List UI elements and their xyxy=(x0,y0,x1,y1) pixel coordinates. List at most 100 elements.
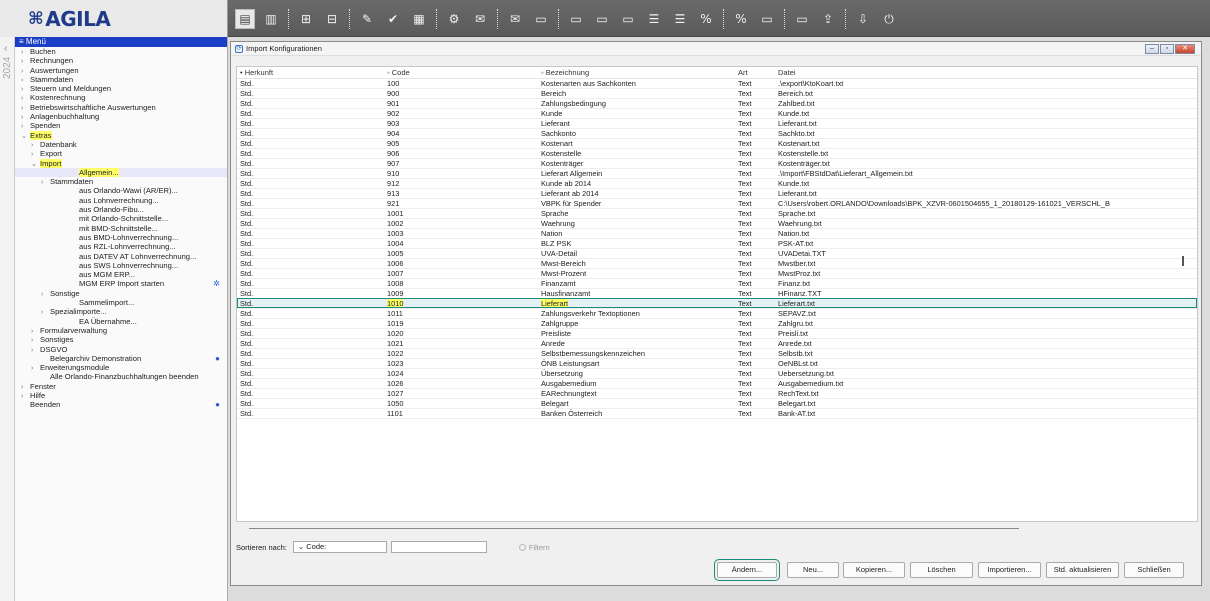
table-row[interactable]: Std. 1008 Finanzamt Text Finanz.txt xyxy=(237,278,1197,288)
filter-toggle[interactable]: Filtern xyxy=(518,543,550,552)
sidebar-item[interactable]: › Stammdaten xyxy=(15,177,227,186)
sidebar-item[interactable]: aus Orlando-Wawi (AR/ER)... xyxy=(15,186,227,195)
sidebar-item[interactable]: aus RZL-Lohnverrechnung... xyxy=(15,242,227,251)
table-row[interactable]: Std. 907 Kostenträger Text Kostenträger.txt xyxy=(237,158,1197,168)
neu-button[interactable]: Neu... xyxy=(787,562,839,578)
table-row[interactable]: Std. 1011 Zahlungsverkehr Textoptionen Text… xyxy=(237,308,1197,318)
journal2-icon[interactable]: ▥ xyxy=(261,9,281,29)
sidebar-item[interactable]: EA Übernahme... xyxy=(15,317,227,326)
sidebar-item[interactable]: › Stammdaten xyxy=(15,75,227,84)
table-row[interactable]: Std. 1010 Lieferart Text Lieferart.txt xyxy=(237,298,1197,308)
sidebar-item[interactable]: Beenden ● xyxy=(15,400,227,409)
filter-checkbox[interactable] xyxy=(518,543,526,551)
sidebar-item[interactable]: › Kostenrechnung xyxy=(15,93,227,102)
table-row[interactable]: Std. 900 Bereich Text Bereich.txt xyxy=(237,88,1197,98)
stack-icon[interactable]: ☰ xyxy=(644,9,664,29)
sidebar-item[interactable]: › Rechnungen xyxy=(15,56,227,65)
table-row[interactable]: Std. 100 Kostenarten aus Sachkonten Text .\e… xyxy=(237,78,1197,88)
table-row[interactable]: Std. 913 Lieferant ab 2014 Text Lieferant.tx… xyxy=(237,188,1197,198)
sidebar-item[interactable]: aus SWS Lohnverrechnung... xyxy=(15,261,227,270)
table-row[interactable]: Std. 1004 BLZ PSK Text PSK-AT.txt xyxy=(237,238,1197,248)
table-row[interactable]: Std. 1006 Mwst-Bereich Text Mwstber.txt xyxy=(237,258,1197,268)
sort-select[interactable]: ⌄ Code: xyxy=(292,541,387,553)
table-row[interactable]: Std. 1022 Selbstbemessungskennzeichen Text S… xyxy=(237,348,1197,358)
booking-icon[interactable]: ✎ xyxy=(357,9,377,29)
doc-icon[interactable]: ▭ xyxy=(531,9,551,29)
sidebar-item[interactable]: › Spenden xyxy=(15,121,227,130)
maximize-icon[interactable]: ▫ xyxy=(1160,44,1174,54)
table-row[interactable]: Std. 1024 Übersetzung Text Uebersetzung.txt xyxy=(237,368,1197,378)
minimize-icon[interactable]: – xyxy=(1145,44,1159,54)
uva-doc-icon[interactable]: ▭ xyxy=(757,9,777,29)
table-row[interactable]: Std. 1001 Sprache Text Sprache.txt xyxy=(237,208,1197,218)
table-row[interactable]: Std. 1019 Zahlgruppe Text Zahlgru.txt xyxy=(237,318,1197,328)
export-icon[interactable]: ⇪ xyxy=(818,9,838,29)
doc4-icon[interactable]: ▭ xyxy=(618,9,638,29)
sidebar-item[interactable]: aus Orlando-Fibu... xyxy=(15,205,227,214)
table-row[interactable]: Std. 1026 Ausgabemedium Text Ausgabemedium.t… xyxy=(237,378,1197,388)
sort-search-input[interactable] xyxy=(390,541,487,553)
power-icon[interactable]: ⏻ xyxy=(879,9,899,29)
sidebar-item[interactable]: › Datenbank xyxy=(15,140,227,149)
sidebar-item[interactable]: aus DATEV AT Lohnverrechnung... xyxy=(15,252,227,261)
percent-uva-icon[interactable]: % xyxy=(696,9,716,29)
sidebar-item[interactable]: aus Lohnverrechnung... xyxy=(15,196,227,205)
collapse-chevron-icon[interactable]: ‹ xyxy=(4,43,7,54)
table-row[interactable]: Std. 1021 Anrede Text Anrede.txt xyxy=(237,338,1197,348)
sidebar-item[interactable]: › Fenster xyxy=(15,382,227,391)
sidebar-item[interactable]: › Steuern und Meldungen xyxy=(15,84,227,93)
sidebar-item[interactable]: aus BMD-Lohnverrechnung... xyxy=(15,233,227,242)
table-row[interactable]: Std. 912 Kunde ab 2014 Text Kunde.txt xyxy=(237,178,1197,188)
account2-icon[interactable]: ⊟ xyxy=(322,9,342,29)
percent-zm-icon[interactable]: % xyxy=(731,9,751,29)
table-row[interactable]: Std. 1027 EARechnungtext Text RechText.txt xyxy=(237,388,1197,398)
sidebar-item[interactable]: › Hilfe xyxy=(15,391,227,400)
voucher2-icon[interactable]: ✉ xyxy=(505,9,525,29)
col-art[interactable]: Art xyxy=(735,67,775,79)
table-row[interactable]: Std. 1005 UVA-Detail Text UVADetai.TXT xyxy=(237,248,1197,258)
sidebar-item[interactable]: › Buchen xyxy=(15,47,227,56)
col-bezeichnung[interactable]: ◦ Bezeichnung xyxy=(538,67,735,79)
table-row[interactable]: Std. 902 Kunde Text Kunde.txt xyxy=(237,108,1197,118)
col-code[interactable]: ◦ Code xyxy=(384,67,538,79)
col-datei[interactable]: Datei xyxy=(775,67,1197,79)
loeschen-button[interactable]: Löschen xyxy=(910,562,973,578)
journal-icon[interactable]: ▤ xyxy=(235,9,255,29)
schliessen-button[interactable]: Schließen xyxy=(1124,562,1184,578)
sidebar-header[interactable]: ≡ Menü xyxy=(15,37,227,47)
sidebar-item[interactable]: › Formularverwaltung xyxy=(15,326,227,335)
window-titlebar[interactable]: ⟳ Import Konfigurationen – ▫ ✕ xyxy=(231,42,1201,56)
importieren-button[interactable]: Importieren... xyxy=(978,562,1041,578)
doc-check-icon[interactable]: ▭ xyxy=(792,9,812,29)
sidebar-item[interactable]: › Betriebswirtschaftliche Auswertungen xyxy=(15,103,227,112)
table-row[interactable]: Std. 1002 Waehrung Text Waehrung.txt xyxy=(237,218,1197,228)
tools-icon[interactable]: ⚙ xyxy=(444,9,464,29)
sidebar-item[interactable]: Alle Orlando-Finanzbuchhaltungen beenden xyxy=(15,372,227,381)
table-row[interactable]: Std. 903 Lieferant Text Lieferant.txt xyxy=(237,118,1197,128)
sidebar-item[interactable]: › DSGVO xyxy=(15,345,227,354)
table-row[interactable]: Std. 1050 Belegart Text Belegart.txt xyxy=(237,398,1197,408)
doc3-icon[interactable]: ▭ xyxy=(592,9,612,29)
sidebar-item[interactable]: mit BMD-Schnittstelle... xyxy=(15,224,227,233)
sidebar-item[interactable]: › Sonstiges xyxy=(15,335,227,344)
table-row[interactable]: Std. 1101 Banken Österreich Text Bank-AT.txt xyxy=(237,408,1197,418)
account-icon[interactable]: ⊞ xyxy=(296,9,316,29)
table-row[interactable]: Std. 904 Sachkonto Text Sachkto.txt xyxy=(237,128,1197,138)
sidebar-item[interactable]: ⌄ Import xyxy=(15,158,227,168)
sidebar-item[interactable]: Sammelimport... xyxy=(15,298,227,307)
table-row[interactable]: Std. 906 Kostenstelle Text Kostenstelle.txt xyxy=(237,148,1197,158)
sidebar-item[interactable]: MGM ERP Import starten ✲ xyxy=(15,279,227,288)
sidebar-item[interactable]: › Spezialimporte... xyxy=(15,307,227,316)
sidebar-item[interactable]: › Export xyxy=(15,149,227,158)
col-herkunft[interactable]: • Herkunft xyxy=(237,67,384,79)
sidebar-item[interactable]: › Auswertungen xyxy=(15,66,227,75)
aendern-button[interactable]: Ändern... xyxy=(714,559,780,581)
sidebar-item[interactable]: mit Orlando-Schnittstelle... xyxy=(15,214,227,223)
close-icon[interactable]: ✕ xyxy=(1175,44,1195,54)
sidebar-item[interactable]: Allgemein... xyxy=(15,167,227,178)
sidebar-item[interactable]: Belegarchiv Demonstration ● xyxy=(15,354,227,363)
sidebar-item[interactable]: › Erweiterungsmodule xyxy=(15,363,227,372)
vertical-scrollbar-thumb[interactable] xyxy=(1182,256,1184,266)
import-icon[interactable]: ⇩ xyxy=(853,9,873,29)
table-row[interactable]: Std. 910 Lieferart Allgemein Text .\Import\F… xyxy=(237,168,1197,178)
